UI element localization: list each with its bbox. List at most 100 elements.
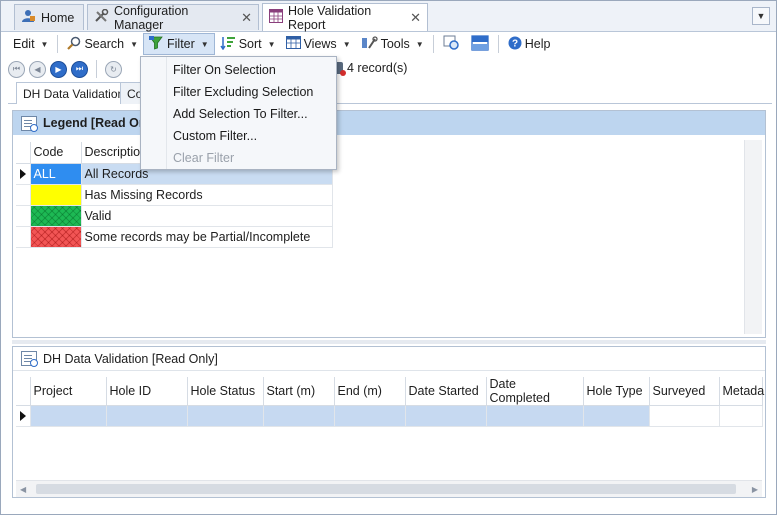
tab-home[interactable]: Home [14,4,84,30]
column-header-start[interactable]: Start (m) [263,377,335,406]
sub-tab-strip: DH Data Validation Co [8,82,772,104]
tab-dh-data-validation-label: DH Data Validation [23,87,125,101]
search-icon [67,36,81,53]
legend-panel-header: Legend [Read Only] [13,111,765,135]
refresh-icon: ↻ [110,64,117,74]
dh-cell-end[interactable] [334,405,406,427]
dh-cell-date-started[interactable] [405,405,487,427]
dh-panel-header: DH Data Validation [Read Only] [13,347,765,371]
filter-funnel-icon [149,35,164,53]
zoom-search-icon [443,35,461,54]
panel-splitter[interactable] [12,340,766,344]
column-header-end[interactable]: End (m) [334,377,406,406]
chevron-down-icon: ▼ [342,39,351,49]
table-search-icon [21,115,38,132]
first-record-button[interactable]: ⏮ [8,60,25,78]
current-row-arrow-icon [20,411,26,421]
sort-label: Sort [238,37,262,51]
next-record-button[interactable]: ▶ [50,60,67,78]
split-layout-button[interactable] [466,33,494,55]
filter-label: Filter [167,37,195,51]
dh-cell-surveyed[interactable] [649,405,720,427]
edit-label: Edit [13,37,35,51]
legend-code-cell[interactable] [30,205,82,227]
views-label: Views [303,37,337,51]
menu-item-filter-excluding-selection[interactable]: Filter Excluding Selection [141,81,336,103]
search-label: Search [84,37,125,51]
dh-cell-hole-type[interactable] [583,405,650,427]
tools-label: Tools [380,37,410,51]
column-header-date-started[interactable]: Date Started [405,377,487,406]
dh-cell-metadata[interactable] [719,405,763,427]
legend-vertical-scrollbar[interactable] [744,140,762,334]
toolbar-divider [57,35,59,53]
table-row[interactable] [16,405,763,427]
main-toolbar: Edit ▼ Search ▼ Filter ▼ Sort ▼ Views ▼ … [0,32,777,56]
views-menu-button[interactable]: Views ▼ [281,33,356,55]
menu-item-custom-filter[interactable]: Custom Filter... [141,125,336,147]
sort-menu-button[interactable]: Sort ▼ [215,33,281,55]
menu-item-clear-filter: Clear Filter [173,151,235,165]
column-header-hole-id[interactable]: Hole ID [106,377,188,406]
dh-horizontal-scrollbar[interactable]: ◀ ▶ [16,480,762,497]
search-menu-button[interactable]: Search ▼ [62,33,143,55]
dh-cell-project[interactable] [30,405,107,427]
column-header-date-completed[interactable]: Date Completed [486,377,584,406]
refresh-button[interactable]: ↻ [105,60,122,78]
filter-menu-button[interactable]: Filter ▼ [143,33,215,55]
row-indicator [16,226,31,249]
table-search-icon [21,351,38,367]
dh-cell-hole-status[interactable] [187,405,264,427]
dh-cell-date-completed[interactable] [486,405,584,427]
help-icon: ? [508,36,522,53]
row-indicator [16,405,31,427]
chevron-down-icon: ▼ [130,39,138,49]
previous-icon: ◀ [34,64,41,74]
scrollbar-thumb[interactable] [36,484,736,494]
legend-description-cell[interactable]: Valid [81,205,333,227]
tab-hole-validation-report-label: Hole Validation Report [288,3,372,32]
svg-text:?: ? [512,38,518,49]
help-button[interactable]: ? Help [503,33,556,55]
tab-list-dropdown-button[interactable]: ▼ [752,7,770,25]
table-row[interactable]: Has Missing Records [16,184,333,206]
table-row[interactable]: Some records may be Partial/Incomplete [16,226,333,249]
table-view-icon [285,36,301,52]
column-header-hole-type[interactable]: Hole Type [583,377,650,406]
legend-description-cell[interactable]: Has Missing Records [81,184,333,206]
edit-menu-button[interactable]: Edit ▼ [8,33,53,55]
tools-icon [361,35,378,53]
column-header-metadata[interactable]: Metada [719,377,764,406]
chevron-down-icon: ▼ [267,39,276,49]
legend-description-cell[interactable]: Some records may be Partial/Incomplete [81,226,333,249]
tools-menu-button[interactable]: Tools ▼ [356,33,429,55]
close-icon[interactable]: ✕ [241,10,252,26]
last-record-button[interactable]: ⏭ [71,60,88,78]
scroll-left-icon[interactable]: ◀ [20,485,26,494]
dh-data-grid: Project Hole ID Hole Status Start (m) En… [16,377,764,427]
tab-configuration-manager[interactable]: Configuration Manager ✕ [87,4,259,32]
legend-code-cell[interactable] [30,184,82,206]
menu-item-filter-on-selection[interactable]: Filter On Selection [141,59,336,81]
previous-record-button[interactable]: ◀ [29,60,46,78]
tab-dh-data-validation[interactable]: DH Data Validation [16,82,132,104]
menu-item-add-selection-to-filter[interactable]: Add Selection To Filter... [141,103,336,125]
legend-code-cell[interactable] [30,226,82,249]
chevron-down-icon: ▼ [415,39,424,49]
record-count-label: 4 record(s) [347,61,408,75]
menu-icon-gutter [141,57,167,169]
find-in-view-button[interactable] [438,33,466,55]
column-header-project[interactable]: Project [30,377,107,406]
column-header-hole-status[interactable]: Hole Status [187,377,264,406]
table-row[interactable]: Valid [16,205,333,227]
column-header-code[interactable]: Code [30,142,82,164]
scroll-right-icon[interactable]: ▶ [752,485,758,494]
tab-hole-validation-report[interactable]: Hole Validation Report ✕ [262,3,428,32]
legend-code-cell[interactable]: ALL [30,163,82,185]
column-header-surveyed[interactable]: Surveyed [649,377,720,406]
close-icon[interactable]: ✕ [410,10,421,26]
dh-header-row: Project Hole ID Hole Status Start (m) En… [16,377,764,406]
first-icon: ⏮ [12,64,21,73]
dh-cell-start[interactable] [263,405,335,427]
dh-cell-hole-id[interactable] [106,405,188,427]
